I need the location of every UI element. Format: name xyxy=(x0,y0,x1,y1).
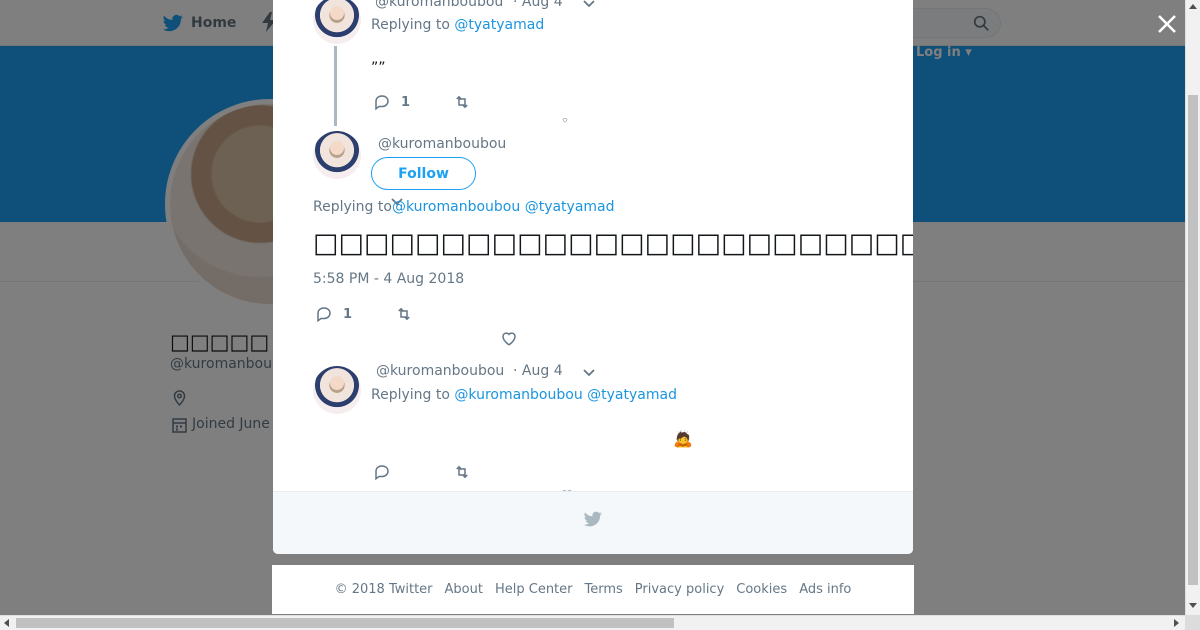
replying-to-label: Replying to xyxy=(313,199,392,215)
mention-link[interactable]: @tyatyamad xyxy=(587,387,677,403)
footer-link-cookies[interactable]: Cookies xyxy=(736,582,787,597)
tweet-handle[interactable]: @kuromanboubou xyxy=(378,136,506,152)
footer-link-about[interactable]: About xyxy=(445,582,483,597)
thread-connector xyxy=(334,46,337,126)
scroll-up-arrow[interactable] xyxy=(1189,4,1197,9)
footer-link-ads-info[interactable]: Ads info xyxy=(799,582,851,597)
like-icon xyxy=(502,332,516,346)
tweet-handle[interactable]: @kuromanboubou xyxy=(375,0,503,10)
scrollbar-corner xyxy=(1185,615,1200,630)
avatar[interactable] xyxy=(313,131,361,179)
footer-copyright: © 2018 Twitter xyxy=(334,582,433,597)
vertical-scrollbar[interactable] xyxy=(1185,0,1200,615)
reply-icon xyxy=(317,307,331,323)
avatar[interactable] xyxy=(313,0,361,44)
reply-action[interactable] xyxy=(373,463,391,481)
tweet-handle[interactable]: @kuromanboubou xyxy=(376,363,504,379)
page-footer: © 2018 Twitter About Help Center Terms P… xyxy=(272,565,914,614)
scroll-left-arrow[interactable] xyxy=(4,619,9,627)
close-icon xyxy=(1158,15,1176,33)
close-button[interactable] xyxy=(1155,12,1179,36)
scroll-right-arrow[interactable] xyxy=(1174,619,1179,627)
footer-link-terms[interactable]: Terms xyxy=(585,582,623,597)
like-action[interactable] xyxy=(500,329,518,347)
vertical-scrollbar-thumb[interactable] xyxy=(1188,95,1198,585)
replying-to-label: Replying to xyxy=(371,17,450,33)
retweet-action[interactable] xyxy=(453,463,471,481)
reply-count: 1 xyxy=(343,306,353,322)
mention-link[interactable]: @tyatyamad xyxy=(454,17,544,33)
footer-link-privacy[interactable]: Privacy policy xyxy=(635,582,724,597)
tweet-date[interactable]: · Aug 4 xyxy=(513,363,563,379)
replying-to: Replying to @kuromanboubou @tyatyamad xyxy=(371,387,677,403)
like-icon xyxy=(562,118,568,123)
twitter-bird-icon xyxy=(584,511,602,527)
retweet-action[interactable] xyxy=(453,93,471,111)
reply-count: 1 xyxy=(401,94,411,110)
reply-icon xyxy=(375,465,389,481)
reply-action[interactable]: 1 xyxy=(373,93,410,111)
replying-to: Replying to@kuromanboubou @tyatyamad xyxy=(313,199,615,215)
retweet-action[interactable] xyxy=(395,305,413,323)
tweet-main-text: □□□□□□□□□□□□□□□□□□□□□□□□□□□□□□□□□□□□□□□□… xyxy=(313,228,913,259)
tweet-timestamp[interactable]: 5:58 PM - 4 Aug 2018 xyxy=(313,271,464,287)
modal-footer xyxy=(273,491,913,554)
follow-button[interactable]: Follow xyxy=(371,157,476,190)
retweet-icon xyxy=(398,307,410,321)
retweet-icon xyxy=(456,95,468,109)
mention-link[interactable]: @tyatyamad xyxy=(525,199,615,215)
tweet-text: ”” xyxy=(371,60,386,76)
replying-to: Replying to @tyatyamad xyxy=(371,17,544,33)
reply-icon xyxy=(375,95,389,111)
footer-link-help-center[interactable]: Help Center xyxy=(495,582,573,597)
avatar[interactable] xyxy=(313,366,361,414)
mention-link[interactable]: @kuromanboubou xyxy=(454,387,582,403)
reply-action[interactable]: 1 xyxy=(315,305,352,323)
replying-to-label: Replying to xyxy=(371,387,450,403)
horizontal-scrollbar-thumb[interactable] xyxy=(16,618,674,628)
chevron-down-icon[interactable] xyxy=(583,0,595,8)
tweet-modal: @kuromanboubou · Aug 4 Replying to @tyat… xyxy=(273,0,913,554)
retweet-icon xyxy=(456,465,468,479)
chevron-down-icon[interactable] xyxy=(583,369,595,377)
horizontal-scrollbar[interactable] xyxy=(0,615,1185,630)
mention-link[interactable]: @kuromanboubou xyxy=(392,199,520,215)
tweet-date[interactable]: · Aug 4 xyxy=(513,0,563,10)
tweet-emoji: 🙇 xyxy=(673,429,693,448)
scroll-down-arrow[interactable] xyxy=(1189,603,1197,608)
like-action[interactable] xyxy=(558,117,572,123)
